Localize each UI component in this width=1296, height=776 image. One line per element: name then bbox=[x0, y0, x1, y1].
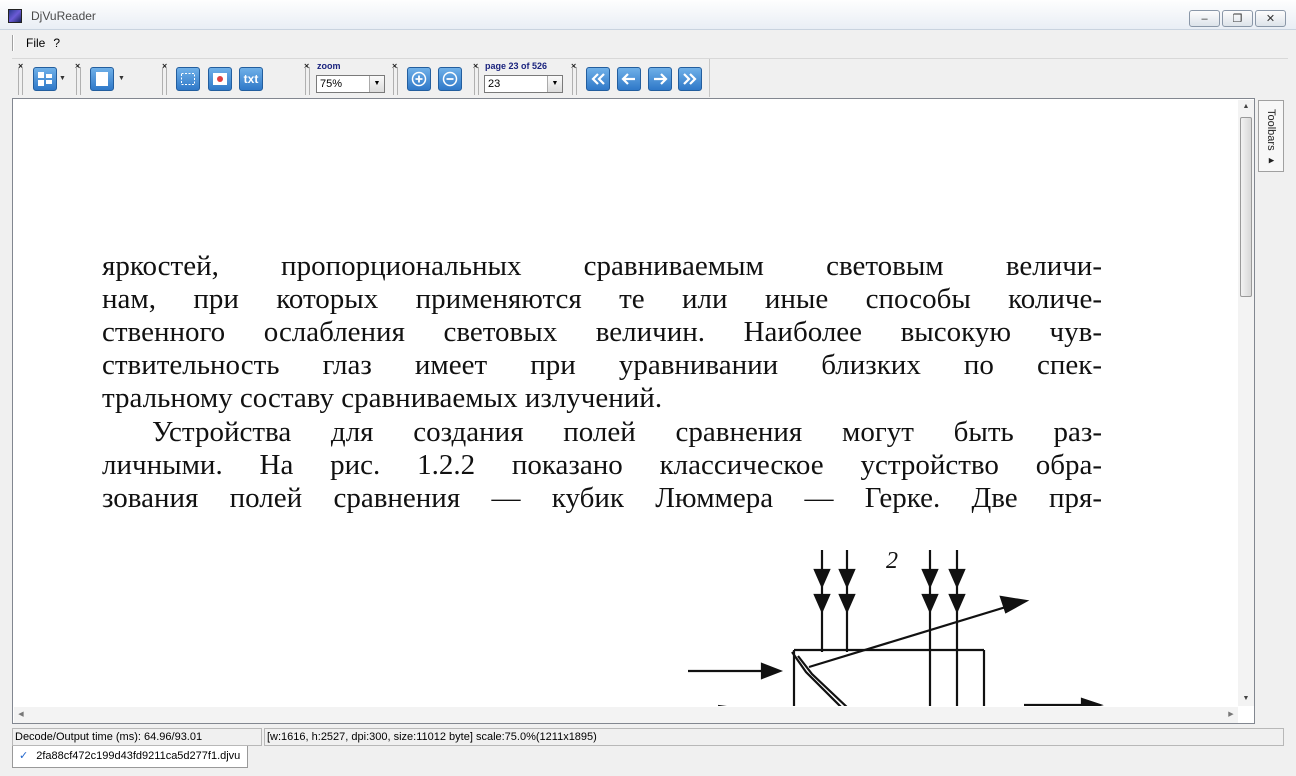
toolbar-grip[interactable] bbox=[572, 67, 577, 95]
select-area-button[interactable] bbox=[176, 67, 200, 91]
app-icon bbox=[8, 9, 22, 23]
next-page-button[interactable] bbox=[648, 67, 672, 91]
zoom-out-button[interactable] bbox=[438, 67, 462, 91]
djvu-page: яркостей, пропорциональных сравниваемым … bbox=[14, 100, 1237, 706]
toolbar-grip[interactable] bbox=[393, 67, 398, 95]
zoom-in-icon bbox=[411, 71, 427, 87]
copy-text-button[interactable]: txt bbox=[239, 67, 263, 91]
app-window: DjVuReader – ❐ ✕ File ? × ▼ × ▼ × txt × … bbox=[0, 0, 1296, 776]
chevron-down-icon[interactable]: ▼ bbox=[547, 76, 562, 92]
toolbars-tab[interactable]: Toolbars ▸ bbox=[1258, 100, 1284, 172]
toolbar-grip[interactable] bbox=[76, 67, 81, 95]
document-view[interactable]: яркостей, пропорциональных сравниваемым … bbox=[12, 98, 1255, 724]
chevron-down-icon[interactable]: ▼ bbox=[59, 75, 66, 82]
page-layout-button[interactable] bbox=[90, 67, 114, 91]
toolbars-tab-label: Toolbars ▸ bbox=[1265, 109, 1277, 167]
scroll-down-icon[interactable]: ▼ bbox=[1238, 692, 1254, 706]
zoom-label: zoom bbox=[317, 61, 341, 71]
first-page-icon bbox=[591, 73, 605, 85]
scroll-right-icon[interactable]: ▶ bbox=[1224, 707, 1238, 723]
menu-grip bbox=[12, 35, 14, 51]
previous-page-icon bbox=[621, 73, 635, 85]
text-line: ственного ослабления световых величин. Н… bbox=[102, 316, 1102, 348]
zoom-select[interactable]: 75% ▼ bbox=[316, 75, 385, 93]
menu-help[interactable]: ? bbox=[49, 36, 64, 50]
menu-file[interactable]: File bbox=[22, 36, 49, 50]
lummer-brodhun-cube-figure: 2 bbox=[688, 548, 1104, 706]
chevron-down-icon[interactable]: ▼ bbox=[118, 75, 125, 82]
horizontal-scrollbar[interactable]: ◀ ▶ bbox=[14, 707, 1238, 723]
first-page-button[interactable] bbox=[586, 67, 610, 91]
text-line: ствительность глаз имеет при уравнивании… bbox=[102, 349, 1102, 381]
scroll-left-icon[interactable]: ◀ bbox=[14, 707, 28, 723]
window-title: DjVuReader bbox=[31, 9, 96, 23]
last-page-icon bbox=[683, 73, 697, 85]
text-line: яркостей, пропорциональных сравниваемым … bbox=[102, 250, 1102, 282]
decode-time-status: Decode/Output time (ms): 64.96/93.01 bbox=[12, 728, 262, 746]
image-icon bbox=[213, 73, 227, 85]
text-line: зования полей сравнения — кубик Люммера … bbox=[102, 482, 1102, 514]
text-line: нам, при которых применяются те или иные… bbox=[102, 283, 1102, 315]
text-line: Устройства для создания полей сравнения … bbox=[152, 416, 1102, 448]
view-mode-button[interactable] bbox=[33, 67, 57, 91]
zoom-in-button[interactable] bbox=[407, 67, 431, 91]
last-page-button[interactable] bbox=[678, 67, 702, 91]
toolbar-grip[interactable] bbox=[305, 67, 310, 95]
title-bar: DjVuReader – ❐ ✕ bbox=[0, 0, 1296, 30]
document-tab[interactable]: ✓ 2fa88cf472c199d43fd9211ca5d277f1.djvu bbox=[12, 746, 248, 768]
toolbar: × ▼ × ▼ × txt × zoom 75% ▼ × × page 23 o… bbox=[12, 58, 1288, 98]
toolbar-grip[interactable] bbox=[18, 67, 23, 95]
vertical-scrollbar[interactable]: ▲ ▼ bbox=[1238, 100, 1254, 706]
zoom-value: 75% bbox=[320, 78, 343, 90]
chevron-down-icon[interactable]: ▼ bbox=[369, 76, 384, 92]
scroll-thumb[interactable] bbox=[1240, 117, 1252, 297]
maximize-button[interactable]: ❐ bbox=[1222, 10, 1253, 27]
menu-bar: File ? bbox=[12, 32, 1288, 54]
page-count-label: page 23 of 526 bbox=[485, 61, 548, 71]
page-value: 23 bbox=[488, 78, 501, 90]
close-button[interactable]: ✕ bbox=[1255, 10, 1286, 27]
layout-icon bbox=[38, 72, 52, 86]
status-bar: Decode/Output time (ms): 64.96/93.01 [w:… bbox=[12, 728, 1284, 746]
text-line: личными. На рис. 1.2.2 показано классиче… bbox=[102, 449, 1102, 481]
toolbar-divider bbox=[709, 59, 710, 97]
next-page-icon bbox=[654, 73, 668, 85]
check-icon: ✓ bbox=[19, 750, 29, 762]
document-tab-label: 2fa88cf472c199d43fd9211ca5d277f1.djvu bbox=[36, 750, 241, 762]
text-line: тральному составу сравниваемых излучений… bbox=[102, 382, 663, 414]
zoom-out-icon bbox=[442, 71, 458, 87]
copy-image-button[interactable] bbox=[208, 67, 232, 91]
selection-icon bbox=[181, 73, 195, 85]
previous-page-button[interactable] bbox=[617, 67, 641, 91]
toolbar-grip[interactable] bbox=[162, 67, 167, 95]
toolbar-grip[interactable] bbox=[474, 67, 479, 95]
paragraph-2: Устройства для создания полей сравнения … bbox=[102, 416, 1102, 515]
page-select[interactable]: 23 ▼ bbox=[484, 75, 563, 93]
scroll-up-icon[interactable]: ▲ bbox=[1238, 100, 1254, 114]
minimize-button[interactable]: – bbox=[1189, 10, 1220, 27]
page-icon bbox=[96, 72, 108, 86]
paragraph-1: яркостей, пропорциональных сравниваемым … bbox=[102, 250, 1102, 415]
figure-label: 2 bbox=[886, 548, 898, 574]
page-info-status: [w:1616, h:2527, dpi:300, size:11012 byt… bbox=[264, 728, 1284, 746]
